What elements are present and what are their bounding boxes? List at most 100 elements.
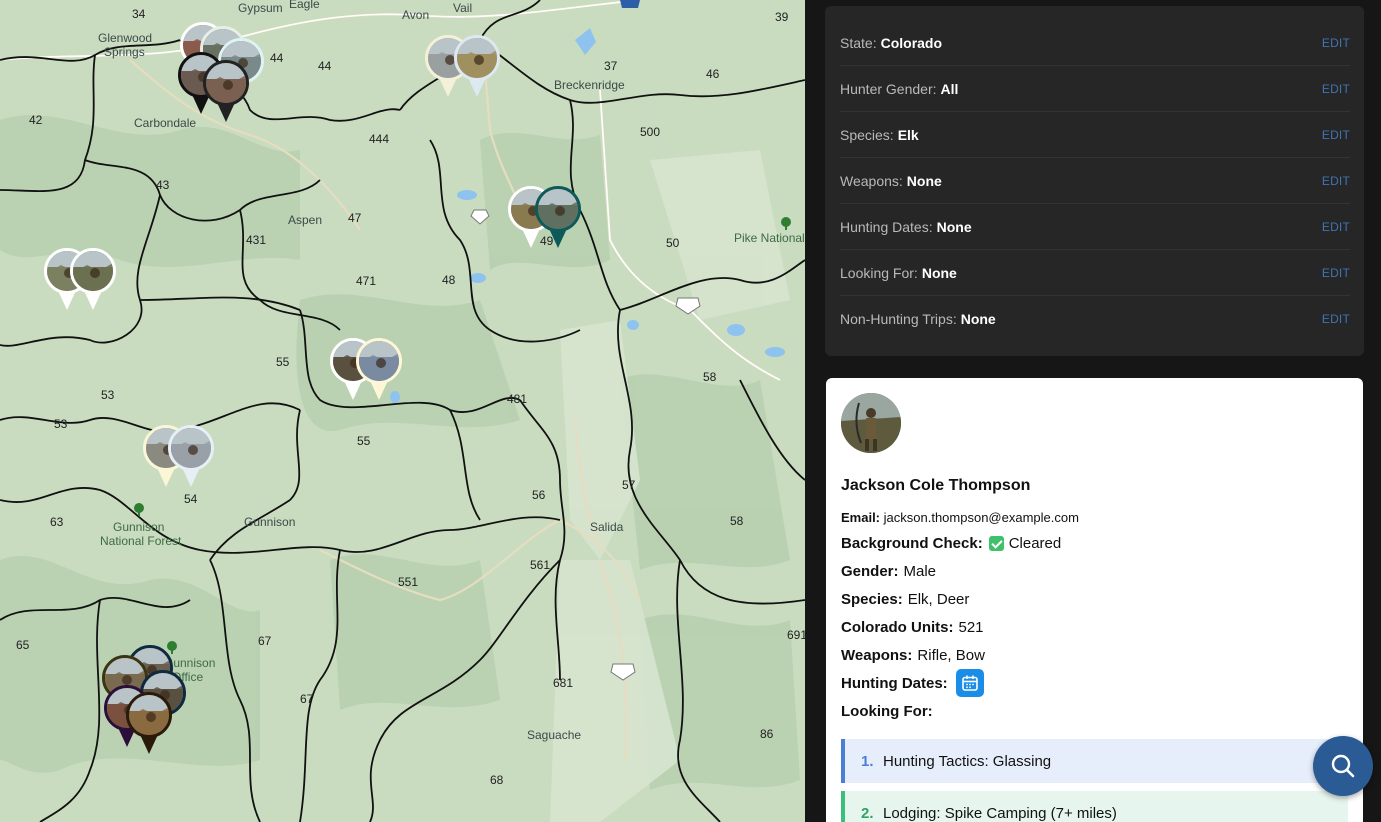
unit-label: 481 xyxy=(507,392,527,406)
filter-row-looking-for: Looking For: None EDIT xyxy=(840,250,1350,296)
hunter-photo-pin[interactable] xyxy=(168,425,214,489)
hunter-photo-pin[interactable] xyxy=(356,338,402,402)
unit-label: 54 xyxy=(184,492,198,506)
unit-label: 39 xyxy=(775,10,789,24)
unit-label: 86 xyxy=(760,727,774,741)
filter-summary: State: Colorado EDIT Hunter Gender: All ED… xyxy=(825,6,1364,356)
unit-label: 68 xyxy=(490,773,504,787)
filter-label: Looking For: xyxy=(840,264,918,281)
looking-for-number: 2. xyxy=(861,804,874,822)
hunting-dates-row: Hunting Dates: xyxy=(841,669,1348,697)
gender-value: Male xyxy=(903,562,937,580)
unit-label: 431 xyxy=(246,233,266,247)
filter-value: Elk xyxy=(897,126,919,143)
edit-hunting-dates-button[interactable]: EDIT xyxy=(1322,220,1350,234)
background-check-row: Background Check: Cleared xyxy=(841,533,1348,553)
unit-label: 471 xyxy=(356,274,376,288)
unit-label: 681 xyxy=(553,676,573,690)
filter-value: None xyxy=(960,311,996,327)
avatar[interactable] xyxy=(841,393,901,453)
filter-value: None xyxy=(906,172,942,189)
hunter-photo-pin[interactable] xyxy=(203,60,249,124)
weapons-row: Weapons: Rifle, Bow xyxy=(841,645,1348,665)
calendar-icon xyxy=(961,675,978,691)
looking-for-text: Lodging: Spike Camping (7+ miles) xyxy=(883,804,1117,822)
calendar-button[interactable] xyxy=(955,669,984,697)
pin-photo xyxy=(356,338,402,384)
looking-for-row: Looking For: xyxy=(841,701,1348,721)
place-label: Gypsum xyxy=(238,1,283,15)
place-label: Carbondale xyxy=(134,116,196,130)
check-icon xyxy=(988,535,1004,551)
filter-value: All xyxy=(940,80,959,97)
email-label: Email: xyxy=(841,510,881,525)
filter-label: Weapons: xyxy=(840,172,903,189)
unit-label: 50 xyxy=(666,236,680,250)
unit-label: 42 xyxy=(29,113,43,127)
filter-value: None xyxy=(921,264,957,281)
search-icon xyxy=(1331,754,1355,778)
species-label: Species: xyxy=(841,590,903,608)
weapons-label: Weapons: xyxy=(841,646,913,664)
looking-for-text: Hunting Tactics: Glassing xyxy=(883,752,1052,770)
unit-label: 58 xyxy=(730,514,744,528)
unit-label: 44 xyxy=(270,51,284,65)
place-label: Eagle xyxy=(289,0,320,11)
unit-label: 55 xyxy=(276,355,290,369)
filter-row-species: Species: Elk EDIT xyxy=(840,112,1350,158)
unit-label: 67 xyxy=(258,634,272,648)
unit-label: 58 xyxy=(703,370,717,384)
hunter-photo-pin[interactable] xyxy=(70,248,116,312)
edit-non-hunting-trips-button[interactable]: EDIT xyxy=(1322,312,1350,326)
edit-species-button[interactable]: EDIT xyxy=(1322,128,1350,142)
unit-label: 67 xyxy=(300,692,314,706)
unit-label: 37 xyxy=(604,59,618,73)
unit-label: 500 xyxy=(640,125,660,139)
unit-label: 65 xyxy=(16,638,30,652)
place-label: Aspen xyxy=(288,213,322,227)
filter-row-gender: Hunter Gender: All EDIT xyxy=(840,66,1350,112)
edit-weapons-button[interactable]: EDIT xyxy=(1322,174,1350,188)
units-value: 521 xyxy=(958,618,984,636)
unit-label: 63 xyxy=(50,515,64,529)
email-value[interactable]: jackson.thompson@example.com xyxy=(884,510,1079,525)
species-row: Species: Elk, Deer xyxy=(841,589,1348,609)
edit-gender-button[interactable]: EDIT xyxy=(1322,82,1350,96)
hunter-profile-card: Jackson Cole Thompson Email: jackson.tho… xyxy=(826,378,1363,822)
email-row: Email: jackson.thompson@example.com xyxy=(841,510,1348,525)
hunting-units-map[interactable]: 34 39 37 44 44 46 42 43 444 500 47 431 5… xyxy=(0,0,805,822)
unit-label: 47 xyxy=(348,211,362,225)
pin-photo xyxy=(168,425,214,471)
background-check-label: Background Check: xyxy=(841,534,983,552)
place-label: Vail xyxy=(453,1,472,15)
looking-for-label: Looking For: xyxy=(841,702,933,720)
background-check-value: Cleared xyxy=(1008,534,1062,552)
filter-label: Non-Hunting Trips: xyxy=(840,311,957,327)
place-label: Springs xyxy=(104,45,145,59)
unit-label: 56 xyxy=(532,488,546,502)
filter-row-hunting-dates: Hunting Dates: None EDIT xyxy=(840,204,1350,250)
hunter-photo-pin[interactable] xyxy=(454,35,500,99)
filter-row-weapons: Weapons: None EDIT xyxy=(840,158,1350,204)
pin-photo xyxy=(126,692,172,738)
place-label: Gunnison xyxy=(113,520,164,534)
unit-label: 551 xyxy=(398,575,418,589)
pin-photo xyxy=(454,35,500,81)
unit-label: 444 xyxy=(369,132,389,146)
unit-label: 43 xyxy=(156,178,170,192)
place-label: Salida xyxy=(590,520,624,534)
edit-looking-for-button[interactable]: EDIT xyxy=(1322,266,1350,280)
filter-label: State: xyxy=(840,34,877,51)
edit-state-button[interactable]: EDIT xyxy=(1322,36,1350,50)
hunter-photo-pin[interactable] xyxy=(535,186,581,250)
place-label: Pike National xyxy=(734,231,805,245)
unit-label: 561 xyxy=(530,558,550,572)
hunter-photo-pin[interactable] xyxy=(126,692,172,756)
looking-for-item: 2. Lodging: Spike Camping (7+ miles) xyxy=(841,791,1348,822)
filter-label: Species: xyxy=(840,126,894,143)
pin-photo xyxy=(535,186,581,232)
looking-for-number: 1. xyxy=(861,752,874,770)
hunter-name: Jackson Cole Thompson xyxy=(841,477,1031,494)
weapons-value: Rifle, Bow xyxy=(917,646,985,664)
search-button[interactable] xyxy=(1313,736,1373,796)
